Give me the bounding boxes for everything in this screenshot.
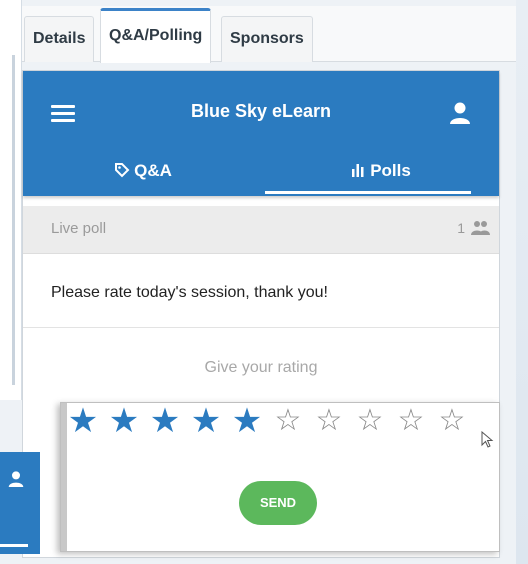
poll-question: Please rate today's session, thank you!	[51, 284, 328, 301]
app-title: Blue Sky eLearn	[190, 101, 332, 121]
star-filled-icon[interactable]: ★	[229, 403, 265, 439]
app-subtabs: Q&A Polls	[23, 151, 499, 196]
tab-bar: Details Q&A/Polling Sponsors	[22, 6, 516, 63]
star-empty-icon[interactable]: ☆	[270, 403, 306, 439]
live-poll-label: Live poll	[51, 220, 107, 237]
subtab-polls[interactable]: Polls	[263, 151, 499, 196]
divider	[23, 327, 499, 328]
star-empty-icon[interactable]: ☆	[352, 403, 388, 439]
mini-app-header	[0, 452, 40, 554]
star-empty-icon[interactable]: ☆	[393, 403, 429, 439]
subtab-qa-label: Q&A	[134, 161, 172, 180]
rating-prompt: Give your rating	[204, 359, 318, 376]
user-icon	[8, 471, 24, 487]
left-panel-edge	[0, 0, 22, 400]
tab-details[interactable]: Details	[24, 16, 95, 62]
participant-count: 1	[457, 220, 465, 236]
star-empty-icon[interactable]: ☆	[311, 403, 347, 439]
subtab-qa[interactable]: Q&A	[23, 151, 263, 196]
mouse-cursor-icon	[481, 431, 494, 448]
user-icon[interactable]	[449, 101, 471, 125]
star-filled-icon[interactable]: ★	[188, 403, 224, 439]
live-poll-bar: Live poll 1	[23, 206, 499, 254]
send-button[interactable]: SEND	[239, 481, 317, 525]
star-rating[interactable]: ★ ★ ★ ★ ★ ☆ ☆ ☆ ☆ ☆	[65, 403, 495, 443]
star-empty-icon[interactable]: ☆	[434, 403, 470, 439]
left-accent-bar	[12, 55, 15, 385]
star-filled-icon[interactable]: ★	[147, 403, 183, 439]
star-filled-icon[interactable]: ★	[106, 403, 142, 439]
bar-chart-icon	[352, 164, 364, 177]
app-header: Blue Sky eLearn Q&A Polls	[23, 71, 499, 196]
tab-sponsors[interactable]: Sponsors	[221, 16, 313, 62]
rating-overlay: ★ ★ ★ ★ ★ ☆ ☆ ☆ ☆ ☆ SEND	[60, 402, 500, 552]
tab-qa-polling[interactable]: Q&A/Polling	[100, 8, 212, 63]
mini-tab-indicator	[0, 544, 28, 547]
star-filled-icon[interactable]: ★	[65, 403, 101, 439]
subtab-polls-label: Polls	[370, 161, 411, 180]
right-panel-edge	[516, 0, 528, 564]
active-tab-indicator	[265, 191, 471, 194]
tag-icon	[115, 163, 130, 178]
people-icon	[471, 221, 490, 235]
